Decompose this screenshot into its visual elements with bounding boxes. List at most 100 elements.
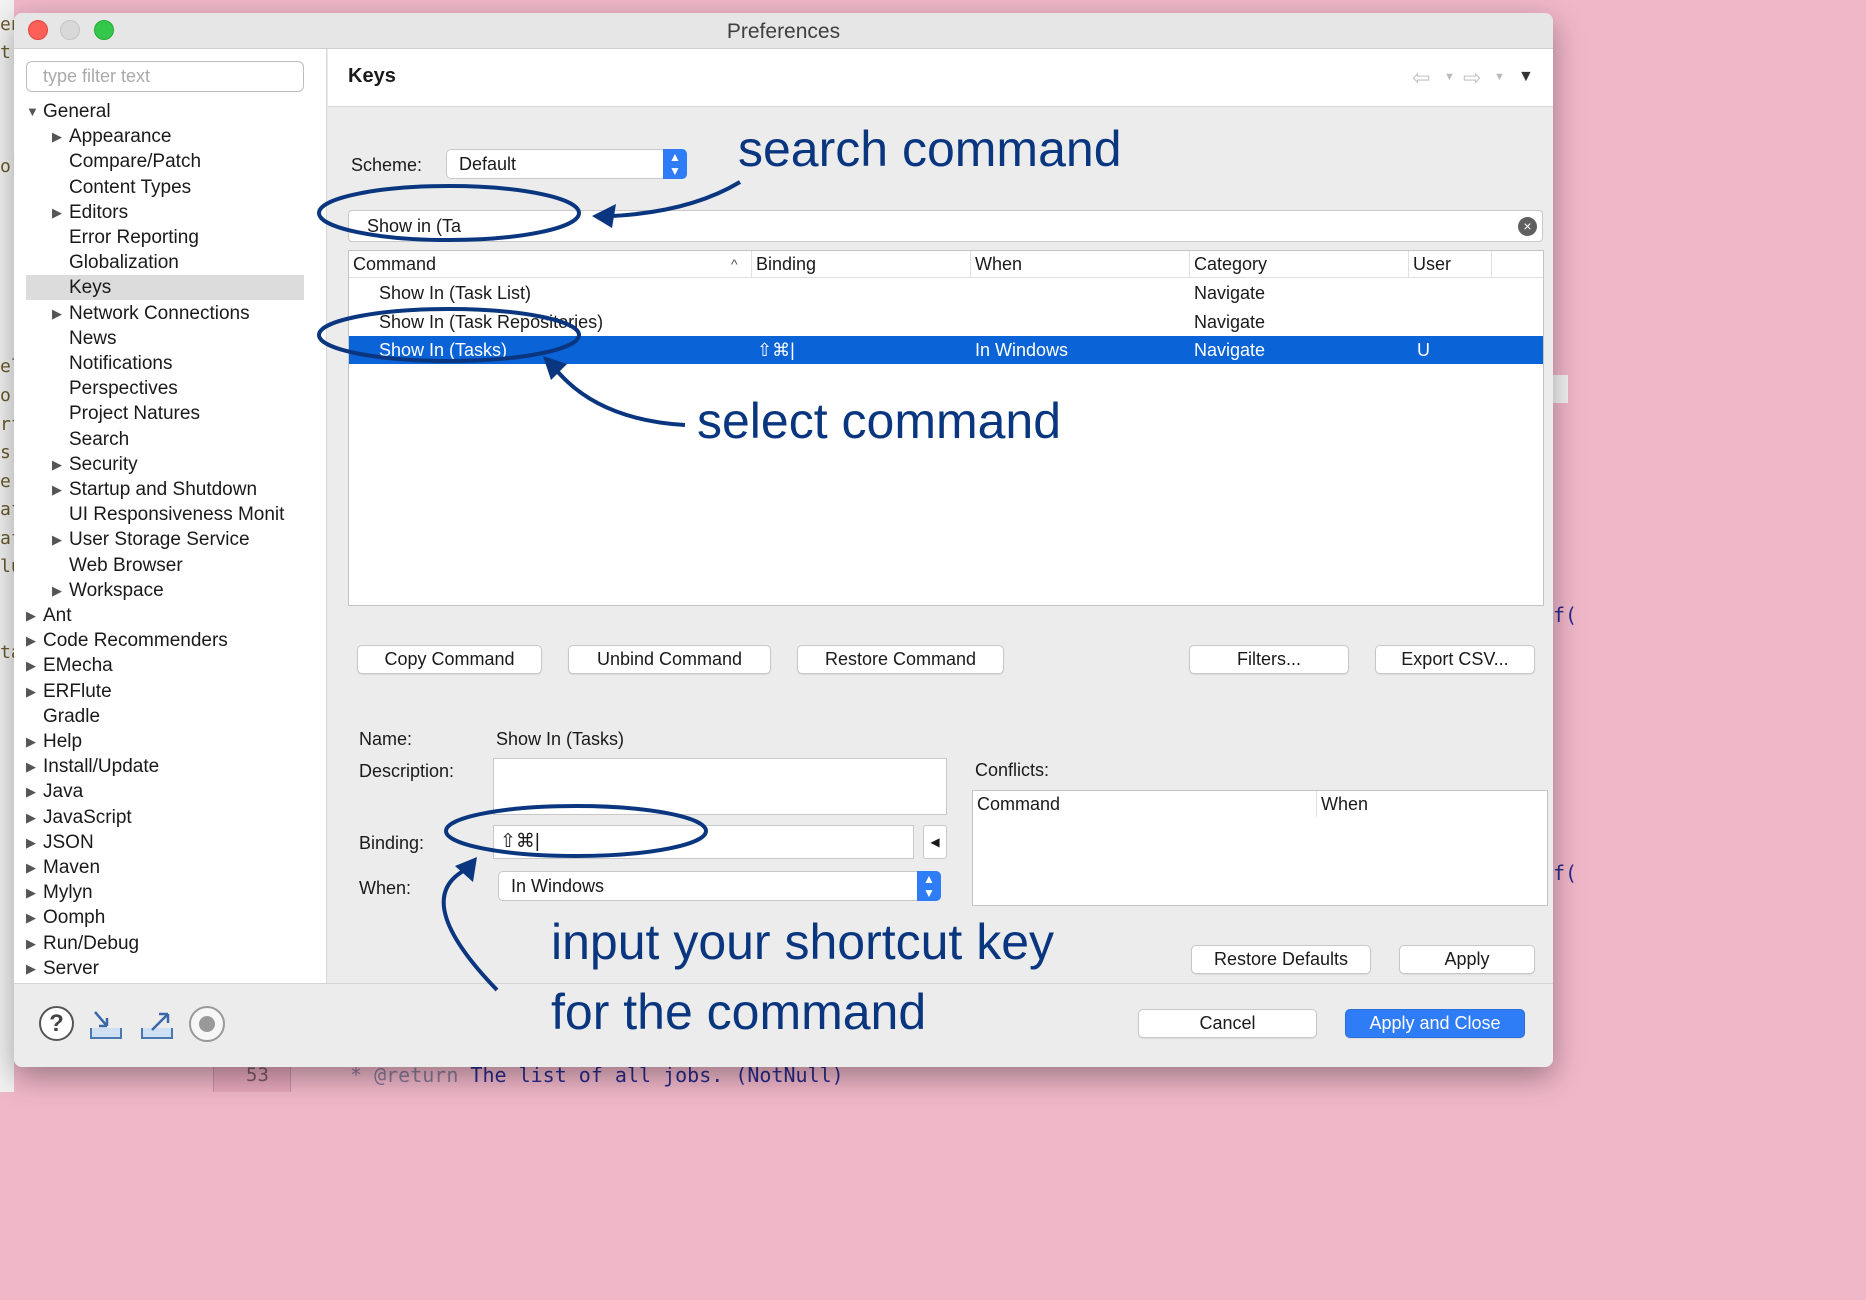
unbind-command-button[interactable]: Unbind Command — [568, 645, 771, 674]
copy-command-button[interactable]: Copy Command — [357, 645, 542, 674]
tree-item[interactable]: ▶ Run/Debug — [26, 931, 304, 956]
tree-item[interactable]: ▶ Ant — [26, 603, 304, 628]
description-field[interactable] — [493, 758, 947, 815]
tree-item[interactable]: UI Responsiveness Monit — [26, 502, 304, 527]
expand-right-icon[interactable]: ▶ — [26, 603, 36, 628]
column-header-user[interactable]: User — [1409, 251, 1492, 278]
tree-item[interactable]: Content Types — [26, 175, 304, 200]
cell-binding: ⇧⌘| — [757, 340, 795, 361]
tree-item[interactable]: ▶ User Storage Service — [26, 527, 304, 552]
chevron-down-icon[interactable]: ▼ — [1444, 71, 1455, 83]
tree-item[interactable]: ▶ Network Connections — [26, 301, 304, 326]
forward-arrow-icon[interactable]: ⇨ — [1463, 65, 1481, 91]
tree-item[interactable]: ▶ EMecha — [26, 653, 304, 678]
expand-right-icon[interactable]: ▶ — [26, 931, 36, 956]
when-select[interactable]: In Windows ▲ ▼ — [498, 871, 941, 901]
clear-search-icon[interactable]: × — [1518, 217, 1537, 236]
table-row[interactable]: Show In (Task List) Navigate — [349, 279, 1543, 307]
back-arrow-icon[interactable]: ⇦ — [1412, 65, 1430, 91]
tree-item[interactable]: ▶ Security — [26, 452, 304, 477]
filter-input[interactable] — [26, 61, 304, 92]
import-icon[interactable] — [87, 1008, 125, 1042]
column-header-when[interactable]: When — [971, 251, 1190, 278]
tree-item[interactable]: Error Reporting — [26, 225, 304, 250]
scheme-select[interactable]: Default ▲ ▼ — [446, 149, 687, 179]
expand-right-icon[interactable]: ▶ — [26, 628, 36, 653]
tree-item[interactable]: Keys — [26, 275, 304, 301]
expand-right-icon[interactable]: ▶ — [26, 905, 36, 930]
expand-right-icon[interactable]: ▶ — [52, 452, 62, 477]
expand-right-icon[interactable]: ▶ — [52, 200, 62, 225]
apply-button[interactable]: Apply — [1399, 945, 1535, 974]
apply-and-close-button[interactable]: Apply and Close — [1345, 1009, 1525, 1038]
bg-fragment: o — [0, 385, 11, 406]
tree-item[interactable]: ▶ Server — [26, 956, 304, 981]
record-icon[interactable] — [189, 1006, 225, 1042]
expand-right-icon[interactable]: ▶ — [52, 124, 62, 149]
tree-item[interactable]: ▶ Java — [26, 779, 304, 804]
tree-item[interactable]: ▶ Code Recommenders — [26, 628, 304, 653]
tree-item[interactable]: Perspectives — [26, 376, 304, 401]
cancel-button[interactable]: Cancel — [1138, 1009, 1317, 1038]
expand-right-icon[interactable]: ▶ — [26, 729, 36, 754]
table-row[interactable]: Show In (Task Repositories) Navigate — [349, 308, 1543, 336]
tree-item[interactable]: ▶ Workspace — [26, 578, 304, 603]
tree-item[interactable]: ▶ Install/Update — [26, 754, 304, 779]
tree-item[interactable]: ▶ Appearance — [26, 124, 304, 149]
tree-item[interactable]: Gradle — [26, 704, 304, 729]
expand-right-icon[interactable]: ▶ — [52, 301, 62, 326]
column-header-category[interactable]: Category — [1190, 251, 1409, 278]
expand-right-icon[interactable]: ▶ — [26, 679, 36, 704]
when-value: In Windows — [511, 876, 605, 896]
export-csv-button[interactable]: Export CSV... — [1375, 645, 1535, 674]
binding-input[interactable]: ⇧⌘| — [493, 825, 914, 859]
tree-item[interactable]: Globalization — [26, 250, 304, 275]
binding-menu-button[interactable]: ◀ — [923, 825, 947, 859]
expand-right-icon[interactable]: ▶ — [26, 653, 36, 678]
page-title: Keys — [348, 65, 396, 87]
tree-item[interactable]: ▶ Maven — [26, 855, 304, 880]
export-icon[interactable] — [138, 1008, 176, 1042]
expand-right-icon[interactable]: ▶ — [26, 779, 36, 804]
expand-right-icon[interactable]: ▶ — [52, 477, 62, 502]
column-header-binding[interactable]: Binding — [752, 251, 971, 278]
expand-right-icon[interactable]: ▶ — [52, 527, 62, 552]
tree-item[interactable]: Search — [26, 427, 304, 452]
help-icon[interactable]: ? — [39, 1006, 74, 1041]
expand-right-icon[interactable]: ▶ — [26, 956, 36, 981]
view-menu-icon[interactable]: ▼ — [1518, 68, 1534, 86]
tree-item[interactable]: Compare/Patch — [26, 149, 304, 174]
tree-item[interactable]: ▶ Editors — [26, 200, 304, 225]
expand-right-icon[interactable]: ▶ — [26, 754, 36, 779]
command-search-input[interactable]: Show in (Ta × — [348, 210, 1543, 242]
expand-right-icon[interactable]: ▶ — [26, 830, 36, 855]
restore-command-button[interactable]: Restore Command — [797, 645, 1004, 674]
tree-item[interactable]: ▼ General — [26, 99, 304, 124]
tree-item-label: Network Connections — [69, 302, 250, 324]
expand-right-icon[interactable]: ▶ — [52, 578, 62, 603]
chevron-down-icon[interactable]: ▼ — [1494, 71, 1505, 83]
filters-button[interactable]: Filters... — [1189, 645, 1349, 674]
scheme-value: Default — [459, 154, 517, 174]
conflicts-header-command[interactable]: Command — [973, 791, 1317, 817]
tree-item[interactable]: Notifications — [26, 351, 304, 376]
expand-down-icon[interactable]: ▼ — [26, 99, 39, 124]
tree-item[interactable]: ▶ Mylyn — [26, 880, 304, 905]
restore-defaults-button[interactable]: Restore Defaults — [1191, 945, 1371, 974]
tree-item[interactable]: ▶ Help — [26, 729, 304, 754]
tree-item[interactable]: Project Natures — [26, 401, 304, 426]
table-row[interactable]: Show In (Tasks) ⇧⌘| In Windows Navigate U — [349, 336, 1543, 365]
tree-item[interactable]: ▶ Startup and Shutdown — [26, 477, 304, 502]
expand-right-icon[interactable]: ▶ — [26, 855, 36, 880]
tree-item[interactable]: News — [26, 326, 304, 351]
tree-item[interactable]: ▶ JavaScript — [26, 805, 304, 830]
expand-right-icon[interactable]: ▶ — [26, 805, 36, 830]
tree-item[interactable]: ▶ JSON — [26, 830, 304, 855]
expand-right-icon[interactable]: ▶ — [26, 880, 36, 905]
conflicts-header-when[interactable]: When — [1317, 791, 1547, 817]
tree-item[interactable]: ▶ Oomph — [26, 905, 304, 930]
tree-item[interactable]: Web Browser — [26, 553, 304, 578]
tree-item[interactable]: ▶ ERFlute — [26, 679, 304, 704]
column-header-command[interactable]: Command ^ — [349, 251, 752, 278]
tree-item-label: Run/Debug — [43, 932, 140, 954]
